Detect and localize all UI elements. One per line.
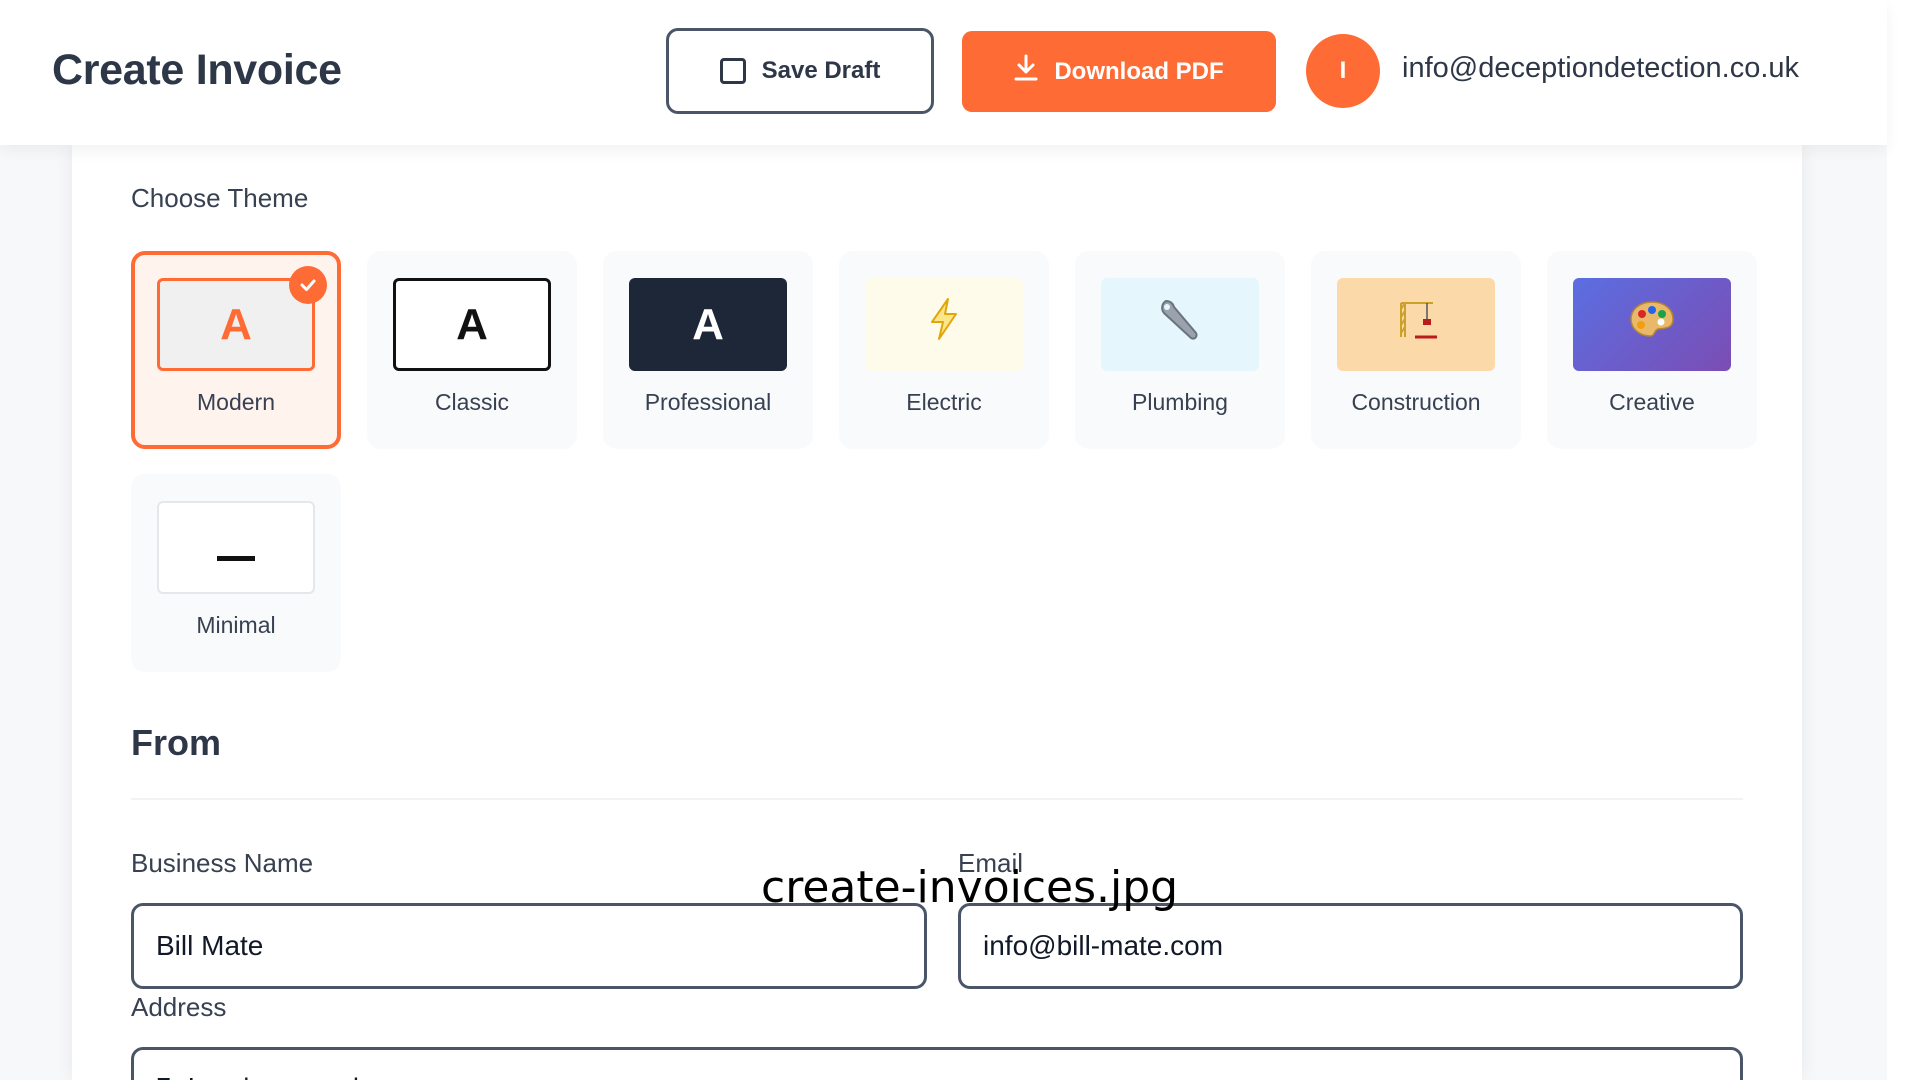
- theme-name: Minimal: [196, 612, 276, 638]
- wrench-icon: [1156, 295, 1204, 354]
- business-name-label: Business Name: [131, 848, 314, 878]
- theme-name: Modern: [197, 389, 275, 415]
- avatar[interactable]: I: [1306, 34, 1380, 108]
- palette-icon: [1628, 299, 1676, 350]
- filename-overlay: create-invoices.jpg: [761, 862, 1179, 913]
- user-email: info@deceptiondetection.co.uk: [1402, 52, 1800, 84]
- theme-preview-classic: A: [393, 278, 551, 371]
- theme-name: Electric: [906, 389, 982, 415]
- theme-plumbing[interactable]: Plumbing: [1075, 251, 1285, 449]
- download-pdf-label: Download PDF: [1054, 57, 1224, 85]
- theme-preview-minimal: [157, 501, 315, 594]
- crane-icon: [1393, 297, 1439, 352]
- theme-preview-creative: [1573, 278, 1731, 371]
- page-title: Create Invoice: [52, 46, 342, 94]
- section-divider: [131, 798, 1743, 800]
- checkbox-square-icon: [719, 58, 746, 84]
- theme-name: Plumbing: [1132, 389, 1228, 415]
- dash-icon: [217, 523, 255, 573]
- download-icon: [1014, 54, 1038, 89]
- from-section-title: From: [131, 722, 221, 763]
- download-pdf-button[interactable]: Download PDF: [962, 31, 1276, 112]
- theme-preview-construction: [1337, 278, 1495, 371]
- theme-modern[interactable]: A Modern: [131, 251, 341, 449]
- theme-creative[interactable]: Creative: [1547, 251, 1757, 449]
- save-draft-button[interactable]: Save Draft: [666, 28, 934, 114]
- selected-check-icon: [289, 266, 327, 304]
- theme-name: Construction: [1351, 389, 1481, 415]
- theme-name: Professional: [644, 389, 772, 415]
- theme-name: Creative: [1609, 389, 1695, 415]
- theme-preview-professional: A: [629, 278, 787, 371]
- business-name-input[interactable]: Bill Mate: [131, 903, 927, 989]
- lightning-bolt-icon: [927, 297, 961, 352]
- save-draft-label: Save Draft: [761, 57, 881, 84]
- theme-preview-electric: [865, 278, 1023, 371]
- address-input[interactable]: 7 London road: [131, 1047, 1743, 1080]
- theme-minimal[interactable]: Minimal: [131, 474, 341, 672]
- theme-classic[interactable]: A Classic: [367, 251, 577, 449]
- theme-preview-plumbing: [1101, 278, 1259, 371]
- email-input[interactable]: info@bill-mate.com: [958, 903, 1743, 989]
- address-label: Address: [131, 992, 227, 1022]
- choose-theme-label: Choose Theme: [131, 183, 309, 213]
- top-header: Create Invoice Save Draft Download PDF I…: [0, 0, 1887, 145]
- theme-construction[interactable]: Construction: [1311, 251, 1521, 449]
- theme-name: Classic: [434, 389, 510, 415]
- theme-professional[interactable]: A Professional: [603, 251, 813, 449]
- theme-electric[interactable]: Electric: [839, 251, 1049, 449]
